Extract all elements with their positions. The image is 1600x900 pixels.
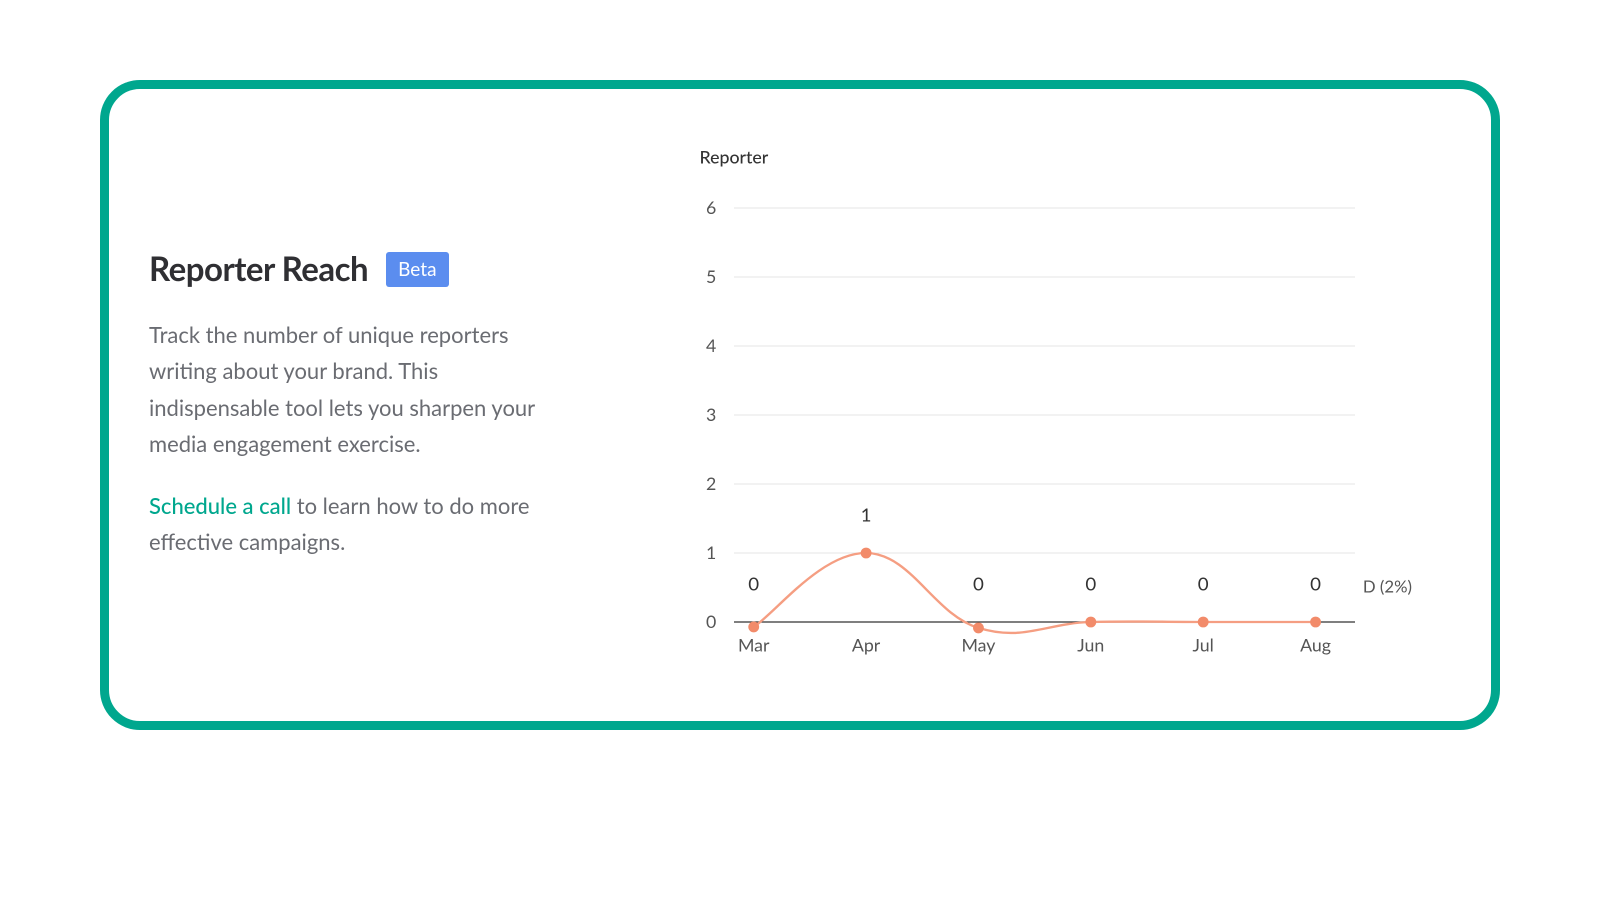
svg-text:Jul: Jul [1193,634,1214,656]
svg-text:0: 0 [706,610,716,632]
data-point[interactable] [748,622,759,633]
data-point[interactable] [1310,617,1321,628]
beta-badge: Beta [386,252,448,287]
left-panel: Reporter Reach Beta Track the number of … [149,139,569,691]
chart-panel: Reporter 0123456 MarAprMayJunJulAug 0100… [569,139,1451,691]
reporter-chart: Reporter 0123456 MarAprMayJunJulAug 0100… [569,139,1451,691]
right-annotation: D (2%) [1363,575,1412,596]
svg-text:1: 1 [861,503,872,525]
chart-title: Reporter [700,146,769,168]
data-point[interactable] [1198,617,1209,628]
svg-text:2: 2 [706,472,716,494]
svg-text:Jun: Jun [1077,634,1104,656]
svg-text:0: 0 [1198,572,1209,594]
svg-text:4: 4 [706,334,716,356]
data-point[interactable] [861,548,872,559]
svg-text:0: 0 [1310,572,1321,594]
svg-text:Apr: Apr [852,634,881,656]
svg-text:5: 5 [706,265,716,287]
data-point[interactable] [1085,617,1096,628]
cta-line: Schedule a call to learn how to do more … [149,488,569,561]
svg-text:0: 0 [748,572,759,594]
schedule-call-link[interactable]: Schedule a call [149,492,291,519]
y-ticks: 0 1 2 3 4 5 6 [706,196,716,632]
svg-text:0: 0 [1085,572,1096,594]
svg-text:Mar: Mar [738,634,770,656]
series-line [754,553,1316,633]
svg-text:3: 3 [706,403,716,425]
x-tick-labels: Mar Apr May Jun Jul Aug [738,634,1331,656]
panel-description: Track the number of unique reporters wri… [149,317,569,462]
svg-text:Aug: Aug [1300,634,1331,656]
gridlines [734,208,1355,553]
svg-text:0: 0 [973,572,984,594]
reporter-reach-card: Reporter Reach Beta Track the number of … [100,80,1500,730]
title-row: Reporter Reach Beta [149,249,569,289]
svg-text:6: 6 [706,196,716,218]
value-labels: 0 1 0 0 0 0 [748,503,1321,594]
data-point[interactable] [973,622,984,633]
svg-text:1: 1 [706,541,716,563]
svg-text:May: May [961,634,995,656]
panel-title: Reporter Reach [149,249,368,289]
